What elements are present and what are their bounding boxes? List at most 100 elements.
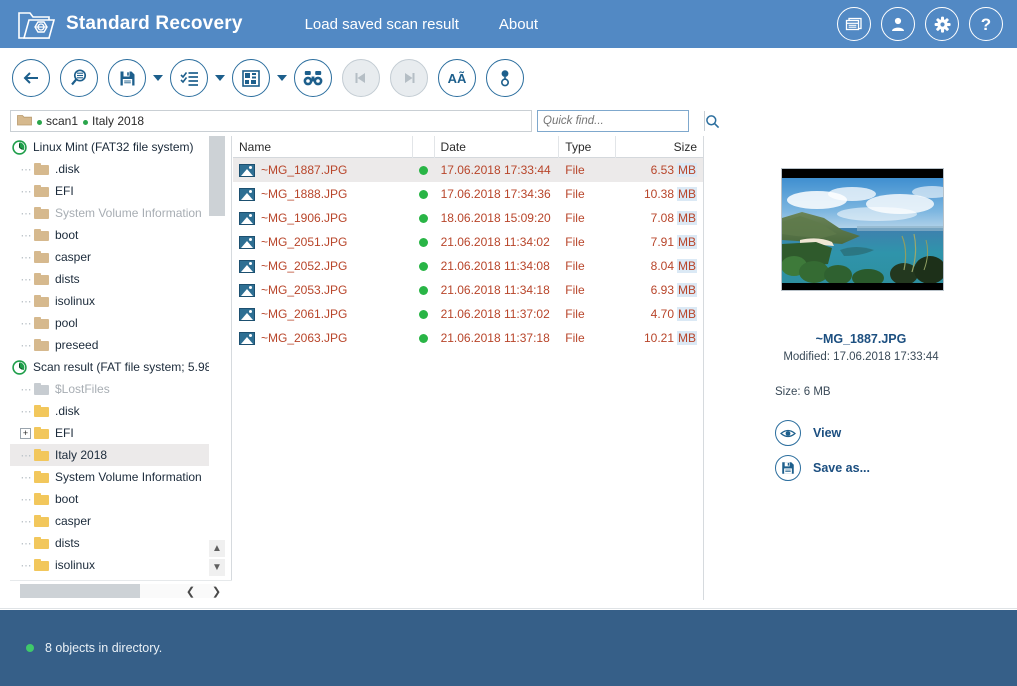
tree-connector-icon: ⋯ [20, 207, 32, 220]
file-name-text: ~MG_2051.JPG [261, 235, 348, 249]
tree-horizontal-scrollbar[interactable]: ❮ ❯ [10, 580, 232, 600]
tree-scroll-thumb[interactable] [209, 136, 225, 216]
file-date-cell: 21.06.2018 11:34:08 [440, 259, 550, 273]
tree-item-boot[interactable]: ⋯ boot [10, 224, 216, 246]
breadcrumb-item-italy-2018[interactable]: Italy 2018 [83, 114, 144, 128]
table-row[interactable]: ~MG_2053.JPG 21.06.2018 11:34:18 File 6.93 M… [233, 278, 703, 302]
status-dot-icon [419, 261, 429, 271]
column-header-type[interactable]: Type [559, 135, 617, 158]
table-row[interactable]: ~MG_1887.JPG 17.06.2018 17:33:44 File 6.53 M… [233, 158, 703, 182]
tree-scroll-down-arrow[interactable]: ▼ [209, 559, 225, 576]
tree-item-casper[interactable]: ⋯ casper [10, 510, 216, 532]
file-name-cell: ~MG_1887.JPG [233, 158, 413, 182]
search-input[interactable] [538, 111, 704, 131]
folder-icon [34, 228, 49, 241]
file-name-text: ~MG_2053.JPG [261, 283, 348, 297]
table-row[interactable]: ~MG_2052.JPG 21.06.2018 11:34:08 File 8.04 M… [233, 254, 703, 278]
tree-hscroll-left-arrow[interactable]: ❮ [182, 583, 199, 599]
folder-tree-panel: Linux Mint (FAT32 file system) ⋯ .disk ⋯ EFI… [10, 136, 232, 600]
file-name-cell: ~MG_2051.JPG [233, 230, 413, 254]
column-header-date[interactable]: Date [435, 135, 560, 158]
breadcrumb[interactable]: scan1 Italy 2018 [10, 110, 532, 132]
search-icon[interactable] [704, 111, 720, 131]
next-button[interactable] [390, 59, 428, 97]
about-link[interactable]: About [499, 16, 538, 33]
tree-item-italy-2018[interactable]: ⋯ Italy 2018 [10, 444, 216, 466]
file-date-cell: 17.06.2018 17:34:36 [440, 187, 551, 201]
folder-icon [34, 514, 49, 527]
tree-item-lostfiles[interactable]: ⋯ $LostFiles [10, 378, 216, 400]
layout-button[interactable] [232, 59, 270, 97]
tree-item-label: Italy 2018 [55, 448, 108, 462]
tree-item-dists[interactable]: ⋯ dists [10, 532, 216, 554]
save-dropdown-caret[interactable] [153, 75, 163, 81]
table-row[interactable]: ~MG_1906.JPG 18.06.2018 15:09:20 File 7.08 M… [233, 206, 703, 230]
tree-item-system-volume-information[interactable]: ⋯ System Volume Information [10, 466, 216, 488]
tree-item-dists[interactable]: ⋯ dists [10, 268, 216, 290]
breadcrumb-item-scan1[interactable]: scan1 [37, 114, 78, 128]
help-icon[interactable]: ? [969, 7, 1003, 41]
tree-item-pool[interactable]: ⋯ pool [10, 312, 216, 334]
tree-item-label: System Volume Information [55, 206, 202, 220]
table-row[interactable]: ~MG_2051.JPG 21.06.2018 11:34:02 File 7.91 M… [233, 230, 703, 254]
expand-toggle-icon[interactable]: + [20, 427, 31, 439]
status-dot-icon [419, 213, 429, 223]
gear-icon[interactable] [925, 7, 959, 41]
tree-item-casper[interactable]: ⋯ casper [10, 246, 216, 268]
column-header-size[interactable]: Size [616, 136, 703, 158]
column-header-status[interactable] [413, 135, 435, 158]
find-button[interactable] [294, 59, 332, 97]
preview-modified: Modified: 17.06.2018 17:33:44 [783, 351, 939, 363]
file-size-cell: 7.91 MB [616, 230, 703, 254]
tree-vertical-scrollbar[interactable]: ▲ ▼ [209, 136, 225, 576]
disk-clock-icon [12, 359, 27, 375]
tree-item-system-volume-information[interactable]: ⋯ System Volume Information [10, 202, 216, 224]
view-button[interactable]: View [775, 420, 841, 446]
save-button[interactable] [108, 59, 146, 97]
back-button[interactable] [12, 59, 50, 97]
tree-item-isolinux[interactable]: ⋯ isolinux [10, 290, 216, 312]
list-view-dropdown-caret[interactable] [215, 75, 225, 81]
tree-hscroll-right-arrow[interactable]: ❯ [208, 583, 225, 599]
folder-icon [34, 338, 49, 351]
tree-scroll-up-arrow[interactable]: ▲ [209, 540, 225, 557]
tree-item-efi[interactable]: ⋯ EFI [10, 180, 216, 202]
tree-item-label: .disk [55, 162, 80, 176]
filter-button[interactable] [486, 59, 524, 97]
preview-thumbnail[interactable] [781, 168, 944, 291]
tree-item-boot[interactable]: ⋯ boot [10, 488, 216, 510]
scan-button[interactable] [60, 59, 98, 97]
tree-item-disk[interactable]: ⋯ .disk [10, 158, 216, 180]
folder-icon [34, 162, 49, 175]
file-date-cell: 17.06.2018 17:33:44 [440, 163, 551, 177]
folder-icon [34, 294, 49, 307]
table-row[interactable]: ~MG_2061.JPG 21.06.2018 11:37:02 File 4.70 M… [233, 302, 703, 326]
user-icon[interactable] [881, 7, 915, 41]
tree-volume-scan-result-volume[interactable]: Scan result (FAT file system; 5.98 GB in [10, 356, 216, 378]
folder-icon [34, 404, 49, 417]
tree-item-label: System Volume Information [55, 470, 202, 484]
file-type-cell: File [565, 235, 585, 249]
tree-item-preseed[interactable]: ⋯ preseed [10, 334, 216, 356]
tree-item-efi[interactable]: + EFI [10, 422, 216, 444]
previous-button[interactable] [342, 59, 380, 97]
column-header-name[interactable]: Name [233, 135, 413, 158]
table-row[interactable]: ~MG_1888.JPG 17.06.2018 17:34:36 File 10.38… [233, 182, 703, 206]
table-row[interactable]: ~MG_2063.JPG 21.06.2018 11:37:18 File 10.21… [233, 326, 703, 350]
tree-item-label: boot [55, 492, 79, 506]
list-view-button[interactable] [170, 59, 208, 97]
windows-icon[interactable] [837, 7, 871, 41]
layout-dropdown-caret[interactable] [277, 75, 287, 81]
file-name-text: ~MG_1906.JPG [261, 211, 348, 225]
tree-volume-linux-mint-volume[interactable]: Linux Mint (FAT32 file system) [10, 136, 216, 158]
coastal-bay-photo [782, 178, 943, 283]
save-as-button[interactable]: Save as... [775, 455, 870, 481]
load-saved-scan-result-link[interactable]: Load saved scan result [305, 16, 459, 33]
file-status-cell [413, 254, 435, 278]
view-label: View [813, 426, 842, 440]
tree-item-isolinux[interactable]: ⋯ isolinux [10, 554, 216, 576]
file-name-cell: ~MG_1888.JPG [233, 182, 413, 206]
tree-hscroll-thumb[interactable] [20, 584, 140, 598]
encoding-button[interactable]: AÃ [438, 59, 476, 97]
tree-item-disk[interactable]: ⋯ .disk [10, 400, 216, 422]
